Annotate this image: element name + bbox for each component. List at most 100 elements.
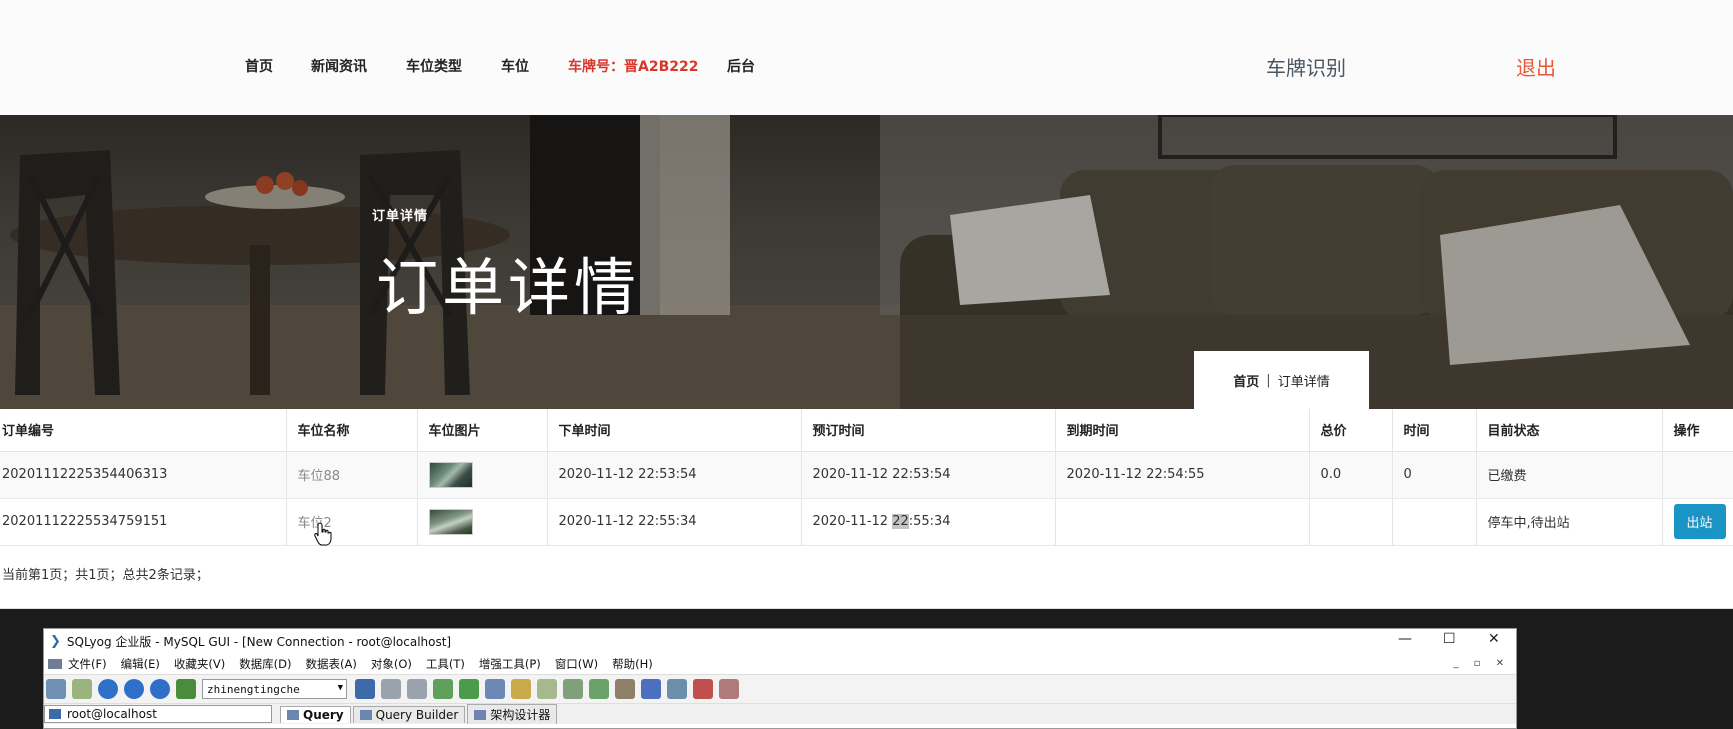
job-agent-icon[interactable] <box>641 679 661 699</box>
header-status: 目前状态 <box>1476 409 1663 452</box>
reserve-time-date: 2020-11-12 <box>812 514 893 529</box>
nav-news[interactable]: 新闻资讯 <box>311 56 367 76</box>
import-icon[interactable] <box>433 679 453 699</box>
tab-query-label: Query <box>303 707 344 722</box>
exit-parking-button[interactable]: 出站 <box>1673 504 1726 539</box>
database-select[interactable]: zhinengtingche ▼ <box>202 679 347 699</box>
mdi-controls[interactable]: _ ▫ ✕ <box>1453 658 1510 669</box>
execute-icon[interactable] <box>98 679 118 699</box>
logout-link[interactable]: 退出 <box>1516 52 1556 81</box>
new-query-icon[interactable] <box>72 679 92 699</box>
schema-icon[interactable] <box>511 679 531 699</box>
plate-recognition-link[interactable]: 车牌识别 <box>1266 52 1346 81</box>
maximize-icon[interactable]: ☐ <box>1443 631 1456 647</box>
menu-window[interactable]: 窗口(W) <box>555 656 598 672</box>
schema-designer-icon <box>474 709 487 720</box>
nav-home[interactable]: 首页 <box>245 56 273 76</box>
cell-action <box>1662 451 1733 499</box>
query-icon <box>287 709 299 720</box>
calendar-icon[interactable] <box>693 679 713 699</box>
header-reserve-time: 预订时间 <box>801 409 1056 452</box>
header-space-image: 车位图片 <box>417 409 548 452</box>
execute-all-icon[interactable] <box>124 679 144 699</box>
table-data-icon[interactable] <box>485 679 505 699</box>
hero-subtitle: 订单详情 <box>372 209 429 224</box>
header-expire-time: 到期时间 <box>1055 409 1310 452</box>
refresh-icon[interactable] <box>176 679 196 699</box>
cell-expire-time <box>1055 498 1310 546</box>
table-row: 20201112225534759151 车位2 2020-11-12 22:5… <box>0 498 1733 546</box>
alter-db-icon[interactable] <box>407 679 427 699</box>
menu-file[interactable]: 文件(F) <box>68 656 107 672</box>
export-icon[interactable] <box>459 679 479 699</box>
cell-status: 已缴费 <box>1476 451 1663 499</box>
cell-space-image <box>417 498 548 546</box>
create-db-icon[interactable] <box>381 679 401 699</box>
header-action: 操作 <box>1662 409 1733 452</box>
database-select-value: zhinengtingche <box>207 682 300 696</box>
breadcrumb-home[interactable]: 首页 <box>1233 371 1259 390</box>
cell-space-image <box>417 451 548 499</box>
query-builder-icon <box>359 709 372 720</box>
cell-order-time: 2020-11-12 22:55:34 <box>547 498 802 546</box>
tab-query[interactable]: Query <box>280 705 351 723</box>
reserve-time-selected-text: 22 <box>892 514 909 529</box>
sqlyog-logo-icon: ❯ <box>50 633 61 649</box>
tab-schema-designer[interactable]: 架构设计器 <box>467 704 558 724</box>
cell-action: 出站 <box>1662 498 1733 546</box>
menu-favorites[interactable]: 收藏夹(V) <box>174 656 225 672</box>
cell-duration <box>1392 498 1477 546</box>
orders-table-section: 订单编号 车位名称 车位图片 下单时间 预订时间 到期时间 总价 时间 目前状态… <box>0 409 1733 609</box>
header-total-price: 总价 <box>1309 409 1393 452</box>
notifications-icon[interactable] <box>667 679 687 699</box>
grid-icon[interactable] <box>719 679 739 699</box>
sqlyog-window[interactable]: ❯ SQLyog 企业版 - MySQL GUI - [New Connecti… <box>43 628 1517 729</box>
migration-icon[interactable] <box>615 679 635 699</box>
chevron-down-icon: ▼ <box>337 683 343 693</box>
menu-edit[interactable]: 编辑(E) <box>121 656 160 672</box>
menu-help[interactable]: 帮助(H) <box>612 656 653 672</box>
space-thumbnail[interactable] <box>428 508 473 535</box>
menu-tools[interactable]: 工具(T) <box>426 656 465 672</box>
space-name-link[interactable]: 车位88 <box>298 469 341 484</box>
connection-label: root@localhost <box>67 707 157 721</box>
tab-schema-designer-label: 架构设计器 <box>490 708 551 722</box>
reserve-time-rest: :55:34 <box>908 514 951 529</box>
breadcrumb-separator: | <box>1266 372 1271 388</box>
cell-space-name: 车位88 <box>286 451 418 499</box>
tab-query-builder-label: Query Builder <box>375 707 459 722</box>
close-icon[interactable]: ✕ <box>1488 631 1500 647</box>
header-order-no: 订单编号 <box>0 409 287 452</box>
space-thumbnail[interactable] <box>428 461 473 488</box>
sqlyog-titlebar[interactable]: ❯ SQLyog 企业版 - MySQL GUI - [New Connecti… <box>44 629 1516 653</box>
hero-banner: 订单详情 订单详情 首页 | 订单详情 <box>0 115 1733 409</box>
nav-plate-number[interactable]: 车牌号：晋A2B222 <box>568 56 698 76</box>
nav-space-types[interactable]: 车位类型 <box>406 56 462 76</box>
sqlyog-tabbar: root@localhost Query Query Builder 架构设计器 <box>44 704 1516 724</box>
menu-table[interactable]: 数据表(A) <box>306 656 357 672</box>
tab-query-builder[interactable]: Query Builder <box>352 705 466 723</box>
new-connection-icon[interactable] <box>46 679 66 699</box>
connection-tree-root[interactable]: root@localhost <box>44 705 272 723</box>
header-space-name: 车位名称 <box>286 409 418 452</box>
backup-icon[interactable] <box>537 679 557 699</box>
server-icon <box>49 709 61 719</box>
execute-edit-icon[interactable] <box>150 679 170 699</box>
menu-database[interactable]: 数据库(D) <box>239 656 291 672</box>
cell-total-price <box>1309 498 1393 546</box>
cell-order-time: 2020-11-12 22:53:54 <box>547 451 802 499</box>
main-nav: 首页 新闻资讯 车位类型 车位 车牌号：晋A2B222 后台 <box>0 56 1733 78</box>
menu-powertools[interactable]: 增强工具(P) <box>479 656 541 672</box>
minimize-icon[interactable]: — <box>1398 631 1412 647</box>
page-title: 订单详情 <box>376 251 641 324</box>
user-manager-icon[interactable] <box>355 679 375 699</box>
breadcrumb: 首页 | 订单详情 <box>1194 351 1369 409</box>
header-duration: 时间 <box>1392 409 1477 452</box>
hand-cursor-icon <box>314 522 332 546</box>
sync-icon[interactable] <box>589 679 609 699</box>
menu-objects[interactable]: 对象(O) <box>371 656 412 672</box>
restore-icon[interactable] <box>563 679 583 699</box>
nav-spaces[interactable]: 车位 <box>501 56 529 76</box>
nav-backend[interactable]: 后台 <box>727 56 755 76</box>
header-order-time: 下单时间 <box>547 409 802 452</box>
